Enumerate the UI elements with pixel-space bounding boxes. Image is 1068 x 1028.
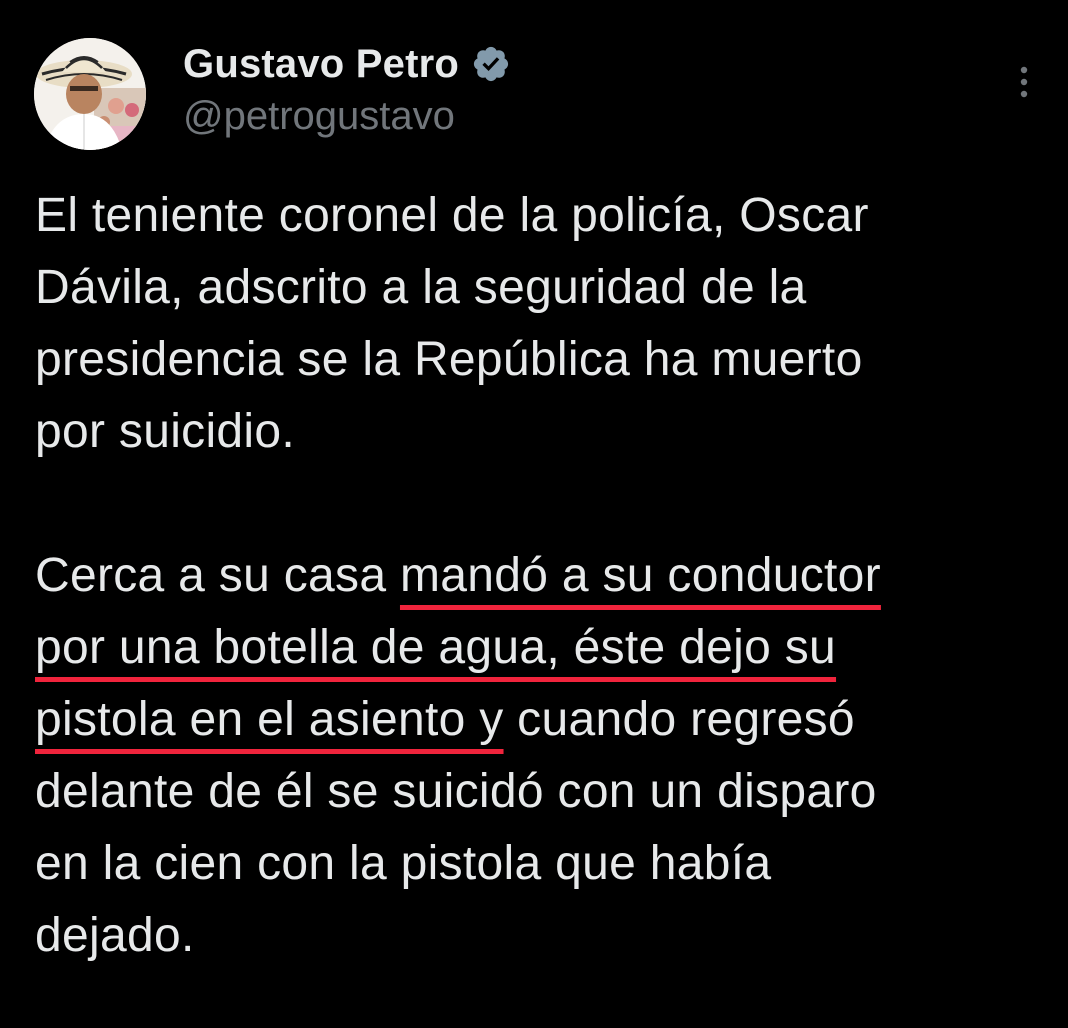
profile-photo (34, 38, 146, 150)
display-name[interactable]: Gustavo Petro (183, 42, 459, 87)
tweet-paragraph-2: Cerca a su casa mandó a su conductor por… (35, 540, 1045, 972)
more-options-icon[interactable] (1006, 62, 1042, 102)
avatar[interactable] (34, 38, 146, 150)
tweet-text: El teniente coronel de la policía, Oscar… (35, 180, 1045, 972)
user-handle[interactable]: @petrogustavo (183, 94, 455, 139)
author-row: Gustavo Petro (183, 36, 511, 92)
paragraph-2-start: Cerca a su casa (35, 549, 400, 602)
verified-badge-icon (471, 44, 511, 84)
tweet-card: Gustavo Petro @petrogustavo El teniente … (0, 0, 1068, 1028)
tweet-paragraph-1: El teniente coronel de la policía, Oscar… (35, 189, 869, 458)
